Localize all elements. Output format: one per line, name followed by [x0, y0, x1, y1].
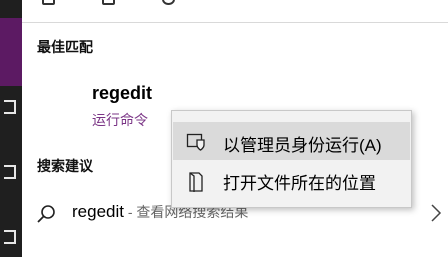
suggestion-query: regedit — [72, 202, 124, 221]
context-menu: 以管理员身份运行(A) 打开文件所在的位置 — [171, 110, 412, 208]
rail-photo-icon[interactable] — [4, 230, 16, 244]
rail-document-icon[interactable] — [4, 100, 16, 114]
search-icon — [36, 204, 56, 229]
suggestions-heading: 搜索建议 — [37, 158, 93, 174]
documents-filter-icon[interactable] — [102, 0, 115, 5]
run-as-admin-label: 以管理员身份运行(A) — [223, 136, 382, 155]
chevron-right-icon[interactable] — [430, 203, 442, 228]
rail-folder-icon[interactable] — [4, 165, 16, 179]
best-match-subtitle: 运行命令 — [92, 112, 148, 128]
search-filter-bar — [22, 0, 448, 23]
web-filter-icon[interactable] — [162, 0, 175, 5]
open-file-location-item[interactable]: 打开文件所在的位置 — [173, 160, 410, 198]
open-file-location-label: 打开文件所在的位置 — [223, 174, 376, 193]
all-filter-icon[interactable] — [42, 0, 55, 5]
start-menu-side-rail — [0, 0, 22, 257]
run-as-admin-item[interactable]: 以管理员身份运行(A) — [173, 122, 410, 160]
selected-rail-accent — [0, 18, 22, 86]
best-match-heading: 最佳匹配 — [37, 39, 93, 55]
shield-icon — [186, 133, 206, 156]
best-match-title[interactable]: regedit — [92, 83, 152, 104]
file-icon — [186, 171, 206, 198]
